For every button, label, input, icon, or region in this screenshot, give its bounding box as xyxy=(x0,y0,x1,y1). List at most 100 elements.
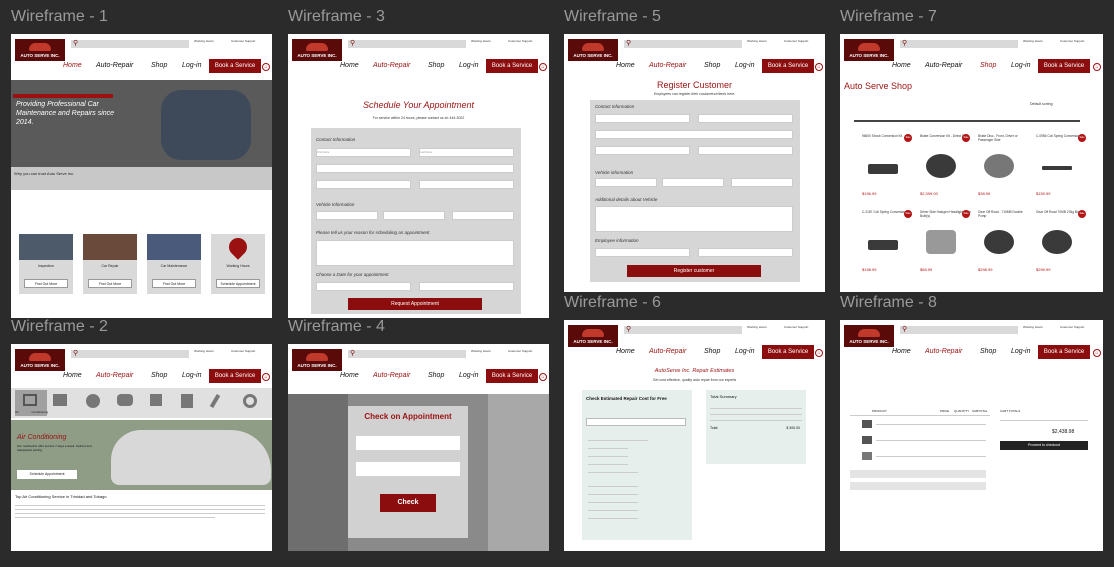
oil-icon[interactable] xyxy=(181,394,193,408)
product-card[interactable]: Sale C-2187 Coil Spring Conversion Kit $19… xyxy=(862,210,914,284)
book-service-button[interactable]: Book a Service xyxy=(209,369,261,383)
nav-shop[interactable]: Shop xyxy=(428,62,444,69)
nav-shop[interactable]: Shop xyxy=(428,372,444,379)
address-field[interactable] xyxy=(698,146,793,155)
logo[interactable]: AUTO SERVE INC. xyxy=(844,325,894,347)
vehicle-select[interactable] xyxy=(586,418,686,426)
search-input[interactable]: ⚲ xyxy=(624,326,742,334)
nav-auto-repair[interactable]: Auto-Repair xyxy=(649,348,686,355)
first-name-field[interactable]: First Name xyxy=(316,148,411,157)
cart-icon[interactable]: ⌂ xyxy=(539,373,547,381)
nav-auto-repair[interactable]: Auto-Repair xyxy=(373,62,410,69)
nav-login[interactable]: Log-in xyxy=(1011,62,1030,69)
vehicle-model-field[interactable] xyxy=(662,178,724,187)
book-service-button[interactable]: Book a Service xyxy=(486,369,538,383)
wireframe-5[interactable]: AUTO SERVE INC. ⚲ Working Hours Customer… xyxy=(564,34,825,292)
exhaust-icon[interactable] xyxy=(150,394,162,406)
last-name-field[interactable] xyxy=(698,114,793,123)
appointment-id-field[interactable] xyxy=(356,436,460,450)
nav-home[interactable]: Home xyxy=(63,62,82,69)
cart-icon[interactable]: ⌂ xyxy=(262,373,270,381)
book-service-button[interactable]: Book a Service xyxy=(486,59,538,73)
schedule-appointment-button[interactable]: Schedule Appointment xyxy=(216,279,260,288)
frame-label[interactable]: Wireframe - 8 xyxy=(840,294,937,312)
search-input[interactable]: ⚲ xyxy=(624,40,742,48)
nav-shop[interactable]: Shop xyxy=(980,348,996,355)
nav-auto-repair[interactable]: Auto-Repair xyxy=(96,372,133,379)
request-appointment-button[interactable]: Request Appointment xyxy=(348,298,482,310)
brake-icon[interactable] xyxy=(86,394,100,408)
details-textarea[interactable] xyxy=(595,206,793,232)
book-service-button[interactable]: Book a Service xyxy=(762,345,814,359)
frame-label[interactable]: Wireframe - 7 xyxy=(840,8,937,26)
vehicle-model-field[interactable] xyxy=(383,211,445,220)
nav-home[interactable]: Home xyxy=(616,348,635,355)
nav-auto-repair[interactable]: Auto-Repair xyxy=(373,372,410,379)
phone-field[interactable] xyxy=(595,146,690,155)
phone-field[interactable] xyxy=(316,180,411,189)
nav-shop[interactable]: Shop xyxy=(151,372,167,379)
logo[interactable]: AUTO SERVE INC. xyxy=(844,39,894,61)
search-input[interactable]: ⚲ xyxy=(900,326,1018,334)
suspension-icon[interactable] xyxy=(209,393,221,409)
book-service-button[interactable]: Book a Service xyxy=(1038,59,1090,73)
vehicle-year-field[interactable] xyxy=(452,211,514,220)
date-field[interactable] xyxy=(316,282,411,291)
wireframe-8[interactable]: AUTO SERVE INC. ⚲ Working Hours Customer… xyxy=(840,320,1103,551)
frame-label[interactable]: Wireframe - 6 xyxy=(564,294,661,312)
cart-icon[interactable]: ⌂ xyxy=(815,349,823,357)
nav-auto-repair[interactable]: Auto-Repair xyxy=(649,62,686,69)
cart-icon[interactable]: ⌂ xyxy=(1093,63,1101,71)
product-card[interactable]: Sale Brake Conversion Kit - Direct Fit $2,… xyxy=(920,134,972,208)
logo[interactable]: AUTO SERVE INC. xyxy=(292,349,342,371)
nav-auto-repair[interactable]: Auto-Repair xyxy=(925,62,962,69)
apply-coupon-button[interactable] xyxy=(850,482,986,490)
employee-name-field[interactable] xyxy=(595,248,690,257)
nav-login[interactable]: Log-in xyxy=(182,372,201,379)
frame-label[interactable]: Wireframe - 2 xyxy=(11,318,108,336)
reason-textarea[interactable] xyxy=(316,240,514,266)
nav-shop[interactable]: Shop xyxy=(704,62,720,69)
nav-auto-repair[interactable]: Auto-Repair xyxy=(925,348,962,355)
email-field[interactable] xyxy=(356,462,460,476)
employee-id-field[interactable] xyxy=(698,248,793,257)
nav-login[interactable]: Log-in xyxy=(735,62,754,69)
address-field[interactable] xyxy=(419,180,514,189)
book-service-button[interactable]: Book a Service xyxy=(209,59,261,73)
logo[interactable]: AUTO SERVE INC. xyxy=(15,39,65,61)
sort-select[interactable]: Default sorting xyxy=(1030,102,1053,106)
frame-label[interactable]: Wireframe - 3 xyxy=(288,8,385,26)
logo[interactable]: AUTO SERVE INC. xyxy=(568,39,618,61)
vehicle-make-field[interactable] xyxy=(316,211,378,220)
nav-home[interactable]: Home xyxy=(340,62,359,69)
logo[interactable]: AUTO SERVE INC. xyxy=(15,349,65,371)
vehicle-make-field[interactable] xyxy=(595,178,657,187)
vehicle-year-field[interactable] xyxy=(731,178,793,187)
nav-login[interactable]: Log-in xyxy=(459,62,478,69)
product-card[interactable]: Brake Disc - Front, Driver or Passenger … xyxy=(978,134,1030,208)
search-input[interactable]: ⚲ xyxy=(348,40,466,48)
check-button[interactable]: Check xyxy=(380,494,436,512)
schedule-appointment-button[interactable]: Schedule Appointment xyxy=(17,470,77,479)
nav-home[interactable]: Home xyxy=(892,348,911,355)
frame-label[interactable]: Wireframe - 4 xyxy=(288,318,385,336)
frame-label[interactable]: Wireframe - 5 xyxy=(564,8,661,26)
register-customer-button[interactable]: Register customer xyxy=(627,265,761,277)
battery-icon[interactable] xyxy=(53,394,67,406)
email-field[interactable] xyxy=(316,164,514,173)
product-card[interactable]: Gear Off Road - 715MB Double Pump $298.99 xyxy=(978,210,1030,284)
nav-login[interactable]: Log-in xyxy=(459,372,478,379)
find-out-more-button[interactable]: Find Out More xyxy=(24,279,68,288)
wireframe-7[interactable]: AUTO SERVE INC. ⚲ Working Hours Customer… xyxy=(840,34,1103,292)
find-out-more-button[interactable]: Find Out More xyxy=(152,279,196,288)
product-card[interactable]: Sale C-0956 Coil Spring Conversion Kit $15… xyxy=(1036,134,1088,208)
email-field[interactable] xyxy=(595,130,793,139)
find-out-more-button[interactable]: Find Out More xyxy=(88,279,132,288)
logo[interactable]: AUTO SERVE INC. xyxy=(568,325,618,347)
frame-label[interactable]: Wireframe - 1 xyxy=(11,8,108,26)
nav-home[interactable]: Home xyxy=(892,62,911,69)
book-service-button[interactable]: Book a Service xyxy=(762,59,814,73)
nav-home[interactable]: Home xyxy=(616,62,635,69)
nav-home[interactable]: Home xyxy=(340,372,359,379)
nav-auto-repair[interactable]: Auto-Repair xyxy=(96,62,133,69)
